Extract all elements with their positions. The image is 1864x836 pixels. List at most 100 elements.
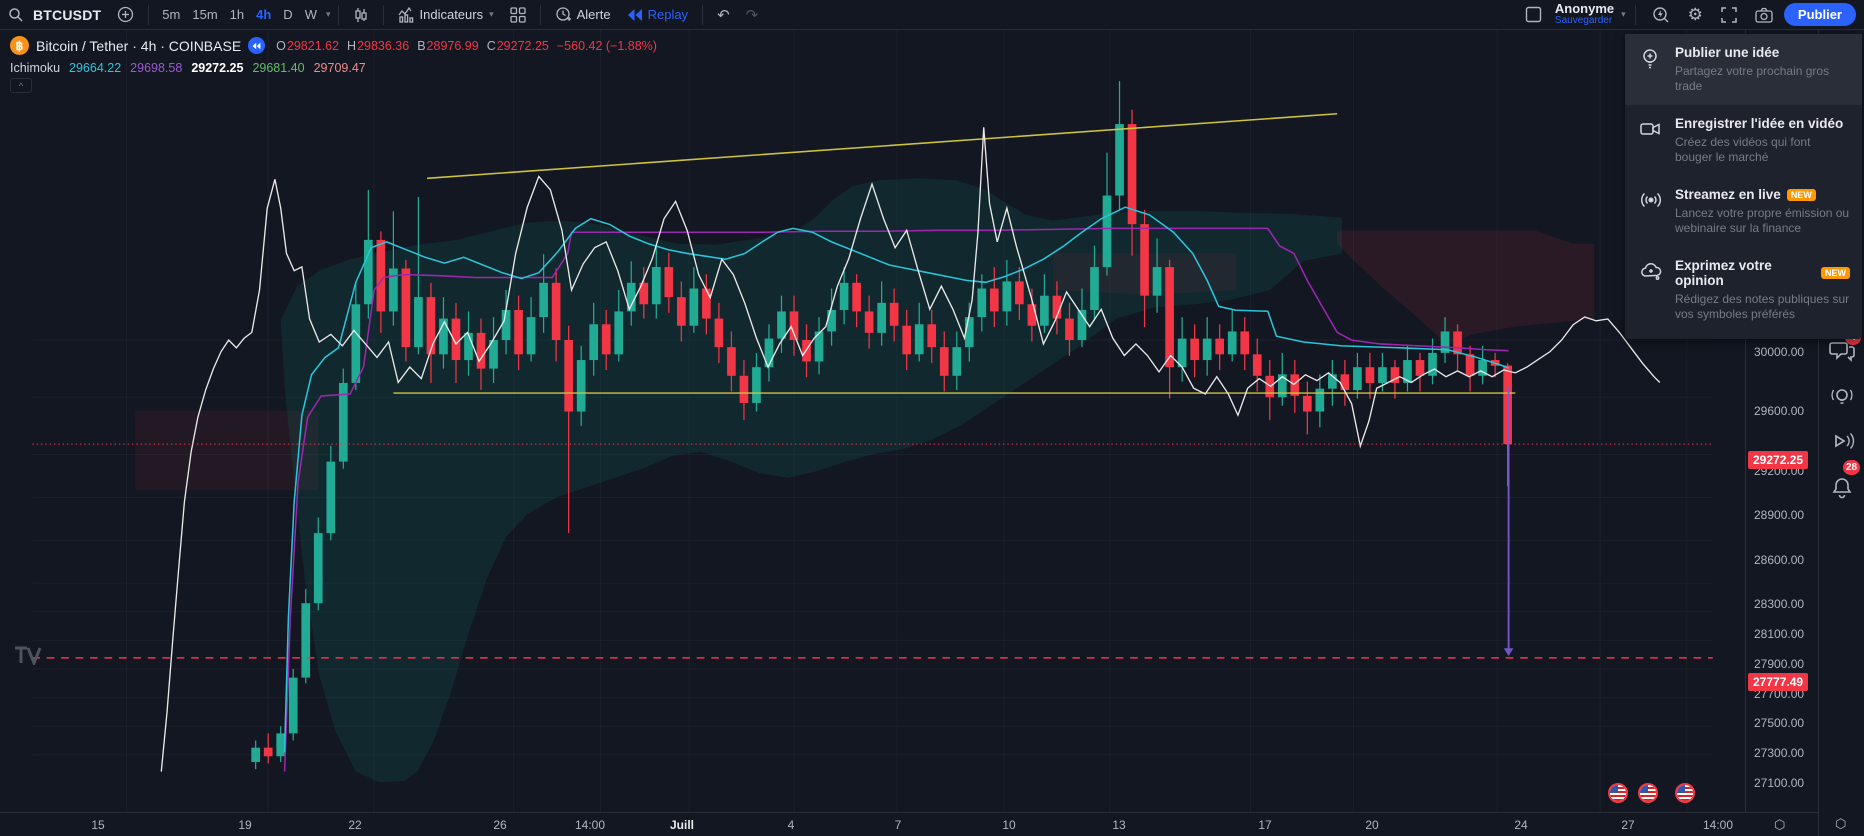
time-axis-settings-icon[interactable]: ⬡ (1774, 817, 1785, 833)
price-tick: 28900.00 (1754, 508, 1805, 523)
layout-square-icon (1525, 6, 1542, 23)
user-block[interactable]: Anonyme Sauvegarder (1554, 0, 1615, 27)
save-label[interactable]: Sauvegarder (1555, 15, 1614, 27)
candles-icon (354, 7, 367, 22)
price-tick: 27900.00 (1754, 656, 1805, 671)
layout-grid-button[interactable] (503, 4, 533, 26)
chart-canvas[interactable] (0, 30, 1745, 812)
indicator-value: 29664.22 (69, 61, 122, 75)
flash-search-icon (1652, 6, 1669, 22)
chart-style-button[interactable] (346, 4, 376, 26)
redo-button[interactable]: ↷ (739, 3, 766, 27)
chart-area[interactable]: ฿ Bitcoin / Tether · 4h · COINBASE O2982… (0, 30, 1745, 812)
lightbulb-plus-icon (1639, 45, 1663, 94)
price-tick: 29600.00 (1754, 404, 1805, 419)
toolbar-separator (1634, 4, 1636, 25)
time-tick: 7 (894, 818, 902, 832)
time-tick: 27 (1621, 818, 1635, 832)
fullscreen-button[interactable] (1714, 4, 1744, 26)
undo-button[interactable]: ↶ (710, 3, 737, 27)
toolbar-separator (702, 4, 704, 25)
time-tick: 24 (1514, 818, 1528, 832)
us-flag-event-icon[interactable] (1638, 783, 1658, 803)
replay-active-icon[interactable] (248, 37, 266, 54)
price-tick: 28100.00 (1754, 627, 1805, 642)
menu-item-text: Enregistrer l'idée en vidéo Créez des vid… (1675, 116, 1850, 165)
chevron-down-icon[interactable]: ▾ (1621, 9, 1626, 20)
indicator-value: 29698.58 (130, 61, 183, 75)
grid-layout-icon (509, 6, 526, 23)
menu-item-desc: Partagez votre prochain gros trade (1675, 64, 1830, 93)
indicator-value: 29709.47 (313, 61, 366, 75)
publish-button[interactable]: Publier (1783, 3, 1856, 26)
timeframe-D[interactable]: D (277, 4, 298, 25)
legend-collapse-button[interactable]: ^ (10, 78, 32, 93)
menu-item-2[interactable]: Enregistrer l'idée en vidéo Créez des vid… (1625, 105, 1862, 176)
menu-item-title: Streamez en live NEW (1675, 187, 1850, 202)
time-tick: 14:00 (1702, 818, 1734, 832)
timeframe-1h[interactable]: 1h (224, 4, 250, 25)
time-tick: 19 (238, 818, 252, 832)
toolbar-separator (539, 4, 541, 25)
object-tree-settings-icon[interactable]: ⬡ (1835, 816, 1846, 832)
menu-item-3[interactable]: Streamez en live NEW Lancez votre propre é… (1625, 176, 1862, 247)
alert-button[interactable]: Alerte (548, 3, 618, 26)
cloud-plus-icon (1639, 258, 1663, 322)
video-camera-icon (1639, 116, 1663, 165)
timeframe-W[interactable]: W (299, 4, 323, 25)
camera-icon (1755, 7, 1773, 23)
fullscreen-icon (1721, 6, 1737, 23)
time-tick: Juill (669, 818, 695, 832)
timeframe-15m[interactable]: 15m (186, 4, 223, 25)
menu-item-4[interactable]: Exprimez votre opinion NEW Rédigez des not… (1625, 247, 1862, 333)
quick-search-button[interactable] (1645, 3, 1677, 27)
save-layout-button[interactable] (1518, 3, 1549, 26)
indicator-name[interactable]: Ichimoku (10, 61, 60, 75)
new-badge: NEW (1786, 188, 1816, 201)
replay-icon (627, 8, 642, 21)
search-icon[interactable] (8, 7, 24, 23)
time-tick: 26 (493, 818, 507, 832)
tradingview-watermark-logo[interactable] (14, 645, 44, 670)
us-flag-event-icon[interactable] (1608, 783, 1628, 803)
toolbar-separator (337, 4, 339, 25)
time-tick: 15 (91, 818, 105, 832)
menu-item-title: Enregistrer l'idée en vidéo (1675, 116, 1844, 131)
ohlc-item: B28976.99 (417, 38, 479, 53)
replay-button[interactable]: Replay (620, 4, 695, 25)
publish-menu: Publier une idée Partagez votre prochain … (1625, 34, 1862, 339)
symbol-title[interactable]: Bitcoin / Tether · 4h · COINBASE (36, 38, 241, 54)
compare-symbol-button[interactable] (110, 3, 141, 26)
symbol-search-button[interactable]: BTCUSDT (26, 4, 108, 26)
menu-item-desc: Créez des vidéos qui font bouger le marc… (1675, 135, 1811, 164)
toolbar-separator (382, 4, 384, 25)
current-price-badge: 29272.25 (1748, 451, 1809, 469)
menu-item-text: Publier une idée Partagez votre prochain … (1675, 45, 1850, 94)
time-tick: 10 (1002, 818, 1016, 832)
chart-legend: ฿ Bitcoin / Tether · 4h · COINBASE O2982… (10, 36, 657, 75)
streams-play-icon[interactable] (1828, 427, 1856, 455)
ohlc-values: O29821.62 H29836.36 B28976.99 C29272.25 −560… (276, 39, 657, 53)
timeframe-4h[interactable]: 4h (250, 4, 277, 25)
price-tick: 27300.00 (1754, 745, 1805, 760)
bitcoin-logo-icon: ฿ (10, 36, 29, 55)
us-flag-event-icon[interactable] (1675, 783, 1695, 803)
ohlc-item: C29272.25 (486, 38, 549, 53)
snapshot-button[interactable] (1748, 4, 1780, 26)
price-tick: 28300.00 (1754, 597, 1805, 612)
indicator-legend[interactable]: Ichimoku 29664.22 29698.58 29272.25 29681.40… (10, 61, 657, 75)
ideas-stream-icon[interactable] (1828, 382, 1856, 410)
menu-item-title: Publier une idée (1675, 45, 1780, 60)
trendline-drawing[interactable] (427, 113, 1338, 180)
indicators-button[interactable]: Indicateurs ▾ (391, 3, 501, 26)
settings-gear-icon[interactable]: ⚙ (1681, 2, 1710, 28)
time-axis[interactable]: ⬡ 15 19 22 26 14:00 Juill 4 7 10 13 17 20 24 27 14:00 (0, 812, 1818, 836)
timeframe-5m[interactable]: 5m (156, 4, 186, 25)
time-tick: 14:00 (574, 818, 606, 832)
notifications-bell-icon[interactable] (1828, 474, 1856, 502)
menu-item-text: Streamez en live NEW Lancez votre propre é… (1675, 187, 1850, 236)
user-name: Anonyme (1554, 0, 1615, 16)
timeframe-group: 5m 15m 1h 4h D W (156, 4, 323, 25)
chevron-down-icon[interactable]: ▾ (326, 9, 331, 20)
menu-item-1[interactable]: Publier une idée Partagez votre prochain … (1625, 34, 1862, 105)
